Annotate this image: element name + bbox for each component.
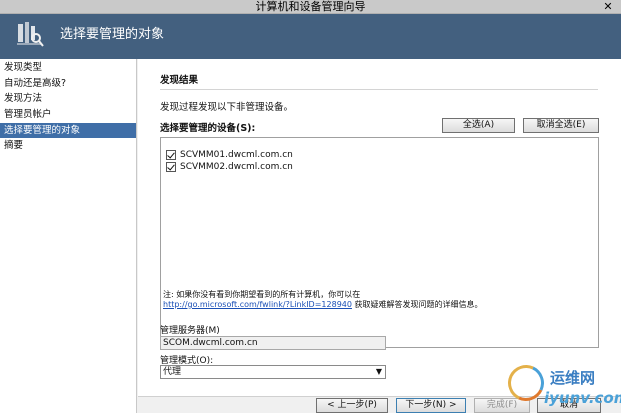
- page-title: 选择要管理的对象: [60, 27, 165, 42]
- note-suffix: 获取疑难解答发现问题的详细信息。: [351, 300, 483, 309]
- nav-item-discovery-method[interactable]: 发现方法: [0, 91, 136, 107]
- troubleshoot-note: 注: 如果你没有看到你期望看到的所有计算机，你可以在 http://go.mic…: [163, 290, 593, 310]
- window-title: 计算机和设备管理向导: [255, 0, 366, 13]
- watermark-logo: 运维网 iyunv.com: [502, 359, 621, 413]
- nav-item-summary[interactable]: 摘要: [0, 138, 136, 154]
- management-server-field: SCOM.dwcml.com.cn: [160, 336, 386, 350]
- nav-item-discovery-type[interactable]: 发现类型: [0, 60, 136, 76]
- management-mode-select[interactable]: 代理 ▼: [160, 365, 386, 379]
- main-content: 发现结果 发现过程发现以下非管理设备。 选择要管理的设备(S): 全选(A) 取…: [138, 59, 621, 396]
- close-icon[interactable]: ✕: [595, 0, 621, 13]
- device-checkbox[interactable]: [166, 162, 176, 172]
- watermark-url: iyunv.com: [544, 389, 621, 407]
- mode-value: 代理: [163, 367, 182, 377]
- wizard-nav: 发现类型 自动还是高级? 发现方法 管理员帐户 选择要管理的对象 摘要: [0, 59, 137, 413]
- next-button[interactable]: 下一步(N) >: [396, 398, 466, 413]
- select-all-button[interactable]: 全选(A): [442, 118, 515, 133]
- watermark-ring-icon: [502, 359, 550, 407]
- list-item[interactable]: SCVMM01.dwcml.com.cn: [166, 149, 293, 161]
- device-name: SCVMM02.dwcml.com.cn: [180, 162, 293, 172]
- divider: [160, 89, 598, 90]
- note-text: 注: 如果你没有看到你期望看到的所有计算机，你可以在: [163, 290, 361, 299]
- description-text: 发现过程发现以下非管理设备。: [160, 102, 294, 113]
- nav-item-admin-account[interactable]: 管理员帐户: [0, 107, 136, 123]
- title-bar: 计算机和设备管理向导 ✕: [0, 0, 621, 14]
- nav-item-auto-or-advanced[interactable]: 自动还是高级?: [0, 76, 136, 92]
- troubleshoot-link[interactable]: http://go.microsoft.com/fwlink/?LinkID=1…: [163, 300, 352, 309]
- device-checkbox[interactable]: [166, 150, 176, 160]
- section-title: 发现结果: [160, 75, 199, 86]
- previous-button[interactable]: < 上一步(P): [316, 398, 388, 413]
- wizard-tools-icon: [17, 22, 44, 47]
- device-name: SCVMM01.dwcml.com.cn: [180, 150, 293, 160]
- chevron-down-icon: ▼: [375, 367, 382, 376]
- device-list[interactable]: SCVMM01.dwcml.com.cn SCVMM02.dwcml.com.c…: [160, 137, 599, 348]
- nav-item-select-objects[interactable]: 选择要管理的对象: [0, 122, 136, 139]
- list-item[interactable]: SCVMM02.dwcml.com.cn: [166, 161, 293, 173]
- wizard-header: 选择要管理的对象: [0, 14, 621, 59]
- watermark-brand: 运维网: [550, 369, 596, 387]
- server-label: 管理服务器(M): [160, 326, 220, 336]
- deselect-all-button[interactable]: 取消全选(E): [523, 118, 599, 133]
- devices-label: 选择要管理的设备(S):: [160, 123, 256, 134]
